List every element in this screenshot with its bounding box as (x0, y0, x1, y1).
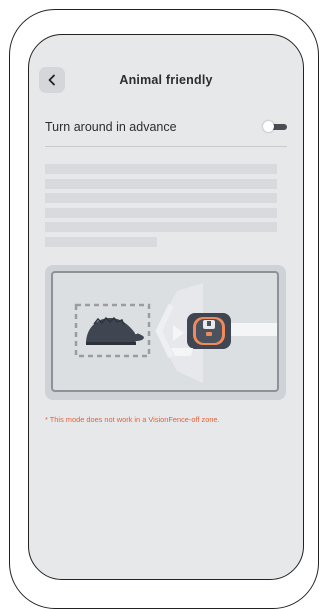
setting-label: Turn around in advance (45, 120, 177, 134)
phone-screen: Animal friendly Turn around in advance *… (28, 34, 304, 580)
hedgehog-icon (86, 316, 144, 345)
lawn-illustration (51, 271, 279, 392)
divider (45, 146, 287, 147)
placeholder-line (45, 222, 277, 232)
placeholder-line (45, 207, 277, 218)
page-title: Animal friendly (119, 73, 213, 87)
illustration-graphic (74, 283, 277, 383)
placeholder-line (45, 164, 277, 174)
placeholder-line (45, 193, 277, 203)
mode-warning-note: * This mode does not work in a VisionFen… (45, 415, 220, 424)
description-placeholder (45, 164, 277, 251)
setting-row-turn-around: Turn around in advance (45, 118, 287, 148)
header: Animal friendly (29, 35, 303, 115)
placeholder-line (45, 178, 277, 189)
illustration-panel (45, 265, 286, 400)
toggle-knob (263, 121, 274, 132)
robot-mower-icon (181, 313, 231, 349)
turn-around-toggle[interactable] (263, 121, 287, 132)
placeholder-line (45, 236, 157, 247)
